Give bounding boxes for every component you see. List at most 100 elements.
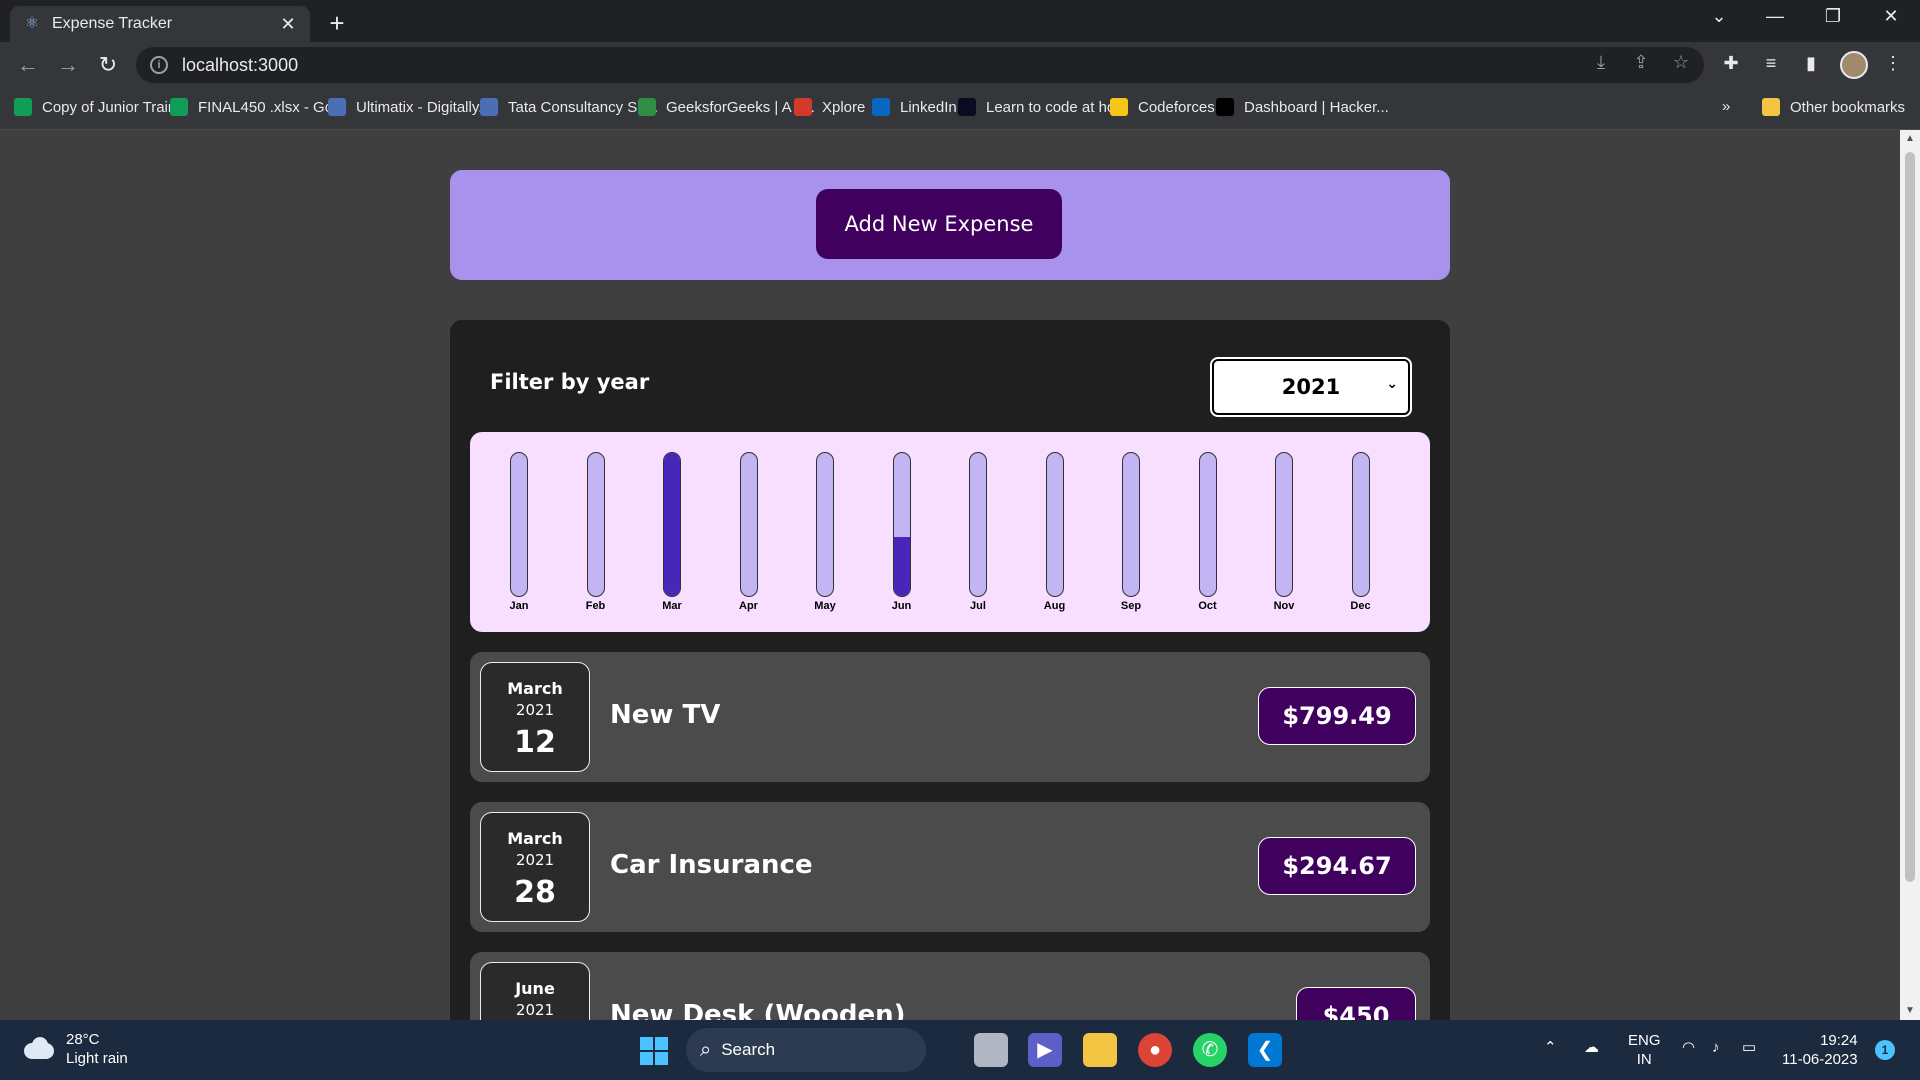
vscode-icon[interactable]: ❮	[1248, 1033, 1282, 1067]
expense-year: 2021	[515, 1001, 555, 1019]
add-new-expense-button[interactable]: Add New Expense	[816, 189, 1062, 259]
codeforces-icon	[1110, 98, 1128, 116]
chart-bar-fill	[893, 537, 910, 596]
scroll-up-icon[interactable]: ▲	[1900, 130, 1920, 148]
chart-month-label: May	[814, 600, 836, 612]
teams-icon[interactable]: ▶	[1028, 1033, 1062, 1067]
chart-month-label: Dec	[1350, 600, 1371, 612]
other-bookmarks-label: Other bookmarks	[1790, 98, 1906, 116]
browser-tab[interactable]: ⚛ Expense Tracker ✕	[10, 6, 310, 42]
chart-month-label: Feb	[585, 600, 606, 612]
bookmark-item[interactable]: Dashboard | Hacker...	[1216, 98, 1389, 116]
bookmarks-overflow-button[interactable]: »	[1722, 98, 1730, 115]
expense-item[interactable]: March 2021 12 New TV $799.49	[470, 652, 1430, 782]
extensions-icon[interactable]: ✚	[1718, 53, 1744, 74]
profile-avatar[interactable]	[1840, 51, 1868, 79]
tata-icon	[480, 98, 498, 116]
chart-month-label: Mar	[662, 600, 682, 612]
chart-month-label: Jan	[509, 600, 529, 612]
side-panel-icon[interactable]: ▮	[1798, 53, 1824, 74]
clock-time: 19:24	[1820, 1032, 1858, 1049]
language-indicator[interactable]: ENG IN	[1628, 1031, 1661, 1069]
new-expense-panel: Add New Expense	[450, 170, 1450, 280]
browser-toolbar: ← → ↻ i localhost:3000 ⤓ ⇪ ☆ ✚ ≡ ▮ ⋮	[0, 42, 1920, 88]
bookmark-label: Dashboard | Hacker...	[1244, 98, 1389, 116]
freecodecamp-icon	[958, 98, 976, 116]
back-icon[interactable]: ←	[14, 51, 42, 79]
battery-icon[interactable]: ▭	[1742, 1038, 1756, 1057]
onedrive-icon[interactable]: ☁	[1584, 1038, 1599, 1057]
taskbar-search[interactable]: ⌕ Search	[686, 1028, 926, 1072]
task-view-icon[interactable]	[974, 1033, 1008, 1067]
expense-day: 28	[514, 875, 556, 910]
chart-bar	[969, 452, 987, 597]
scroll-down-icon[interactable]: ▼	[1900, 1002, 1920, 1020]
windows-taskbar: 28°C Light rain ⌕ Search ▶ ● ✆ ❮ ⌃ ☁ ENG…	[0, 1020, 1920, 1080]
menu-icon[interactable]: ⋮	[1880, 53, 1906, 74]
whatsapp-icon[interactable]: ✆	[1193, 1033, 1227, 1067]
year-filter-select[interactable]: 2021 ⌄	[1210, 357, 1412, 417]
bookmark-item[interactable]: Tata Consultancy Se...	[480, 98, 658, 116]
install-icon[interactable]: ⤓	[1588, 52, 1614, 73]
restore-icon[interactable]: ❐	[1818, 6, 1848, 27]
start-button[interactable]	[640, 1037, 668, 1065]
file-explorer-icon[interactable]	[1083, 1033, 1117, 1067]
show-hidden-icons[interactable]: ⌃	[1544, 1038, 1557, 1057]
expense-month: March	[507, 679, 563, 698]
bookmark-item[interactable]: GeeksforGeeks | A c...	[638, 98, 815, 116]
bookmark-star-icon[interactable]: ☆	[1668, 52, 1694, 73]
url-text: localhost:3000	[182, 54, 299, 75]
chart-month-label: Jul	[970, 600, 986, 612]
share-icon[interactable]: ⇪	[1628, 52, 1654, 73]
bookmark-label: Xplore	[822, 98, 866, 116]
bookmark-label: Codeforces	[1138, 98, 1215, 116]
minimize-icon[interactable]: —	[1760, 6, 1790, 27]
linkedin-icon	[872, 98, 890, 116]
chart-month-label: Jun	[891, 600, 912, 612]
bookmark-item[interactable]: FINAL450 .xlsx - Go...	[170, 98, 346, 116]
search-label: Search	[721, 1040, 776, 1059]
scroll-thumb[interactable]	[1905, 152, 1915, 882]
expense-date: June 2021	[480, 962, 590, 1020]
filter-label: Filter by year	[490, 370, 650, 394]
chrome-icon[interactable]: ●	[1138, 1033, 1172, 1067]
expenses-chart: Jan Feb Mar Apr May Jun Jul Aug Sep Oct Nov Dec	[470, 432, 1430, 632]
tab-search-icon[interactable]: ⌄	[1704, 6, 1734, 27]
bookmark-item[interactable]: Learn to code at ho...	[958, 98, 1128, 116]
expense-title: New TV	[610, 700, 721, 730]
forward-icon[interactable]: →	[54, 51, 82, 79]
address-bar[interactable]: i localhost:3000	[136, 47, 1704, 83]
bookmark-item[interactable]: Ultimatix - Digitally...	[328, 98, 491, 116]
chart-bar	[816, 452, 834, 597]
chart-bar	[892, 452, 911, 597]
other-bookmarks[interactable]: Other bookmarks	[1762, 98, 1905, 116]
site-info-icon[interactable]: i	[150, 56, 168, 74]
bookmark-item[interactable]: Codeforces	[1110, 98, 1215, 116]
bookmarks-bar: Copy of Junior Train... FINAL450 .xlsx - …	[0, 88, 1920, 130]
bookmark-item[interactable]: Xplore	[794, 98, 865, 116]
chart-bar	[1045, 452, 1064, 597]
weather-widget[interactable]: 28°C Light rain	[22, 1030, 128, 1068]
volume-icon[interactable]: ♪	[1712, 1038, 1720, 1057]
close-tab-icon[interactable]: ✕	[278, 14, 298, 35]
hackerrank-icon	[1216, 98, 1234, 116]
clock[interactable]: 19:24 11-06-2023	[1782, 1031, 1858, 1069]
bookmark-item[interactable]: Copy of Junior Train...	[14, 98, 189, 116]
tab-strip: ⚛ Expense Tracker ✕ + ⌄ — ❐ ✕	[0, 0, 1920, 42]
page-scrollbar[interactable]: ▲ ▼	[1900, 130, 1920, 1020]
temperature: 28°C	[66, 1031, 100, 1048]
gfg-icon	[638, 98, 656, 116]
notification-badge[interactable]: 1	[1875, 1040, 1895, 1060]
media-icon[interactable]: ≡	[1758, 53, 1784, 74]
reload-icon[interactable]: ↻	[94, 51, 122, 79]
wifi-icon[interactable]: ◠	[1682, 1038, 1695, 1057]
bookmark-item[interactable]: LinkedIn	[872, 98, 957, 116]
chart-bar	[1122, 452, 1140, 597]
expense-month: June	[515, 979, 555, 998]
expense-item[interactable]: March 2021 28 Car Insurance $294.67	[470, 802, 1430, 932]
new-tab-button[interactable]: +	[322, 8, 352, 39]
expense-item[interactable]: June 2021 New Desk (Wooden) $450	[470, 952, 1430, 1020]
close-window-icon[interactable]: ✕	[1876, 6, 1906, 27]
tab-title: Expense Tracker	[52, 15, 173, 32]
weather-condition: Light rain	[66, 1050, 128, 1067]
